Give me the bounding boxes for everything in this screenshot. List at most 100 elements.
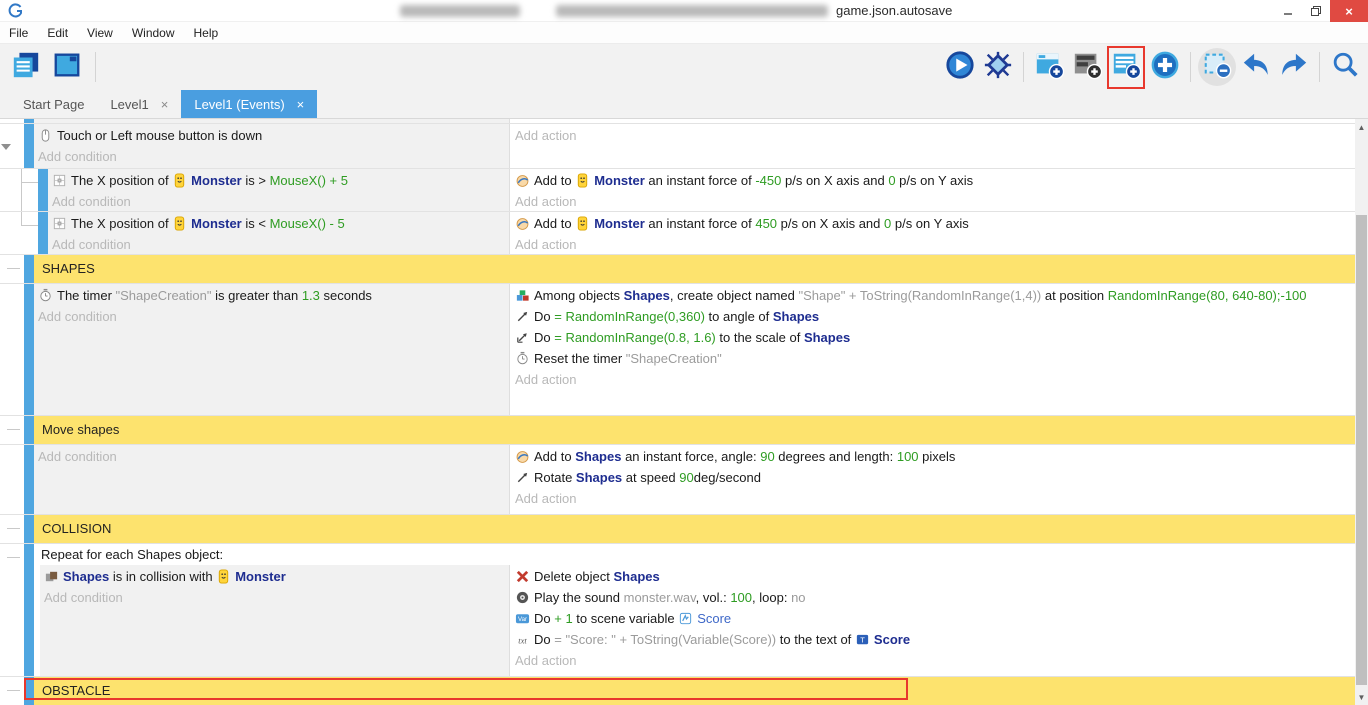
- tab-level1-events[interactable]: Level1 (Events)×: [181, 90, 317, 118]
- text-segment: Do: [534, 632, 554, 647]
- text-segment: Score: [697, 611, 731, 626]
- scroll-down-icon[interactable]: ▼: [1355, 691, 1368, 704]
- add-comment-button[interactable]: [1107, 46, 1145, 89]
- monster-icon: [172, 216, 187, 231]
- text-segment: Touch or Left mouse button is down: [57, 128, 262, 143]
- add-condition-link[interactable]: Add condition: [44, 587, 505, 608]
- action[interactable]: Play the sound monster.wav, vol.: 100, l…: [515, 587, 1349, 608]
- comment-text[interactable]: SHAPES: [34, 255, 1355, 283]
- project-manager-button[interactable]: [8, 48, 44, 86]
- add-action-link[interactable]: Add action: [515, 650, 1349, 671]
- event-selection-bar[interactable]: [24, 124, 34, 168]
- foreach-header[interactable]: Repeat for each Shapes object:: [34, 544, 1355, 565]
- tab-close-icon[interactable]: ×: [297, 97, 305, 112]
- svg-text:txt: txt: [518, 635, 527, 645]
- mouse-icon: [38, 128, 53, 143]
- comment-text[interactable]: OBSTACLE: [34, 677, 1355, 705]
- condition[interactable]: The X position of Monster is > MouseX() …: [52, 170, 505, 191]
- event-selection-bar[interactable]: [38, 212, 48, 254]
- collision-icon: [44, 569, 59, 584]
- condition[interactable]: The timer "ShapeCreation" is greater tha…: [38, 285, 505, 306]
- redo-button[interactable]: [1276, 48, 1312, 86]
- actions-column: [510, 119, 1355, 123]
- var-icon: Var: [515, 611, 530, 626]
- action[interactable]: Rotate Shapes at speed 90deg/second: [515, 467, 1349, 488]
- menu-edit[interactable]: Edit: [47, 26, 68, 40]
- comment-text[interactable]: Move shapes: [34, 416, 1355, 444]
- action[interactable]: txtDo = "Score: " + ToString(Variable(Sc…: [515, 629, 1349, 650]
- event-selection-bar[interactable]: [24, 445, 34, 514]
- play: [945, 50, 975, 85]
- collapse-arrow-icon[interactable]: [1, 144, 11, 155]
- add-condition-link[interactable]: Add condition: [38, 146, 505, 167]
- debug-button[interactable]: [980, 48, 1016, 86]
- add-condition-link[interactable]: Add condition: [38, 446, 505, 467]
- menu-view[interactable]: View: [87, 26, 113, 40]
- menu-window[interactable]: Window: [132, 26, 175, 40]
- event-selection-bar[interactable]: [24, 544, 34, 676]
- restore-button[interactable]: [1302, 0, 1330, 22]
- tab-level1[interactable]: Level1×: [97, 90, 181, 118]
- event-selection-bar[interactable]: [24, 119, 34, 123]
- angle-icon: [515, 470, 530, 485]
- condition[interactable]: The X position of Monster is < MouseX() …: [52, 213, 505, 234]
- event-selection-bar[interactable]: [24, 677, 34, 705]
- text-segment: MouseX() + 5: [270, 173, 348, 188]
- action[interactable]: Do = RandomInRange(0.8, 1.6) to the scal…: [515, 327, 1349, 348]
- close-button[interactable]: ×: [1330, 0, 1368, 22]
- condition[interactable]: Touch or Left mouse button is down: [38, 125, 505, 146]
- action[interactable]: Among objects Shapes, create object name…: [515, 285, 1349, 306]
- event-selection-bar[interactable]: [24, 416, 34, 444]
- menu-help[interactable]: Help: [194, 26, 219, 40]
- monster-icon: [172, 173, 187, 188]
- monster-icon: [216, 569, 231, 584]
- action[interactable]: Delete object Shapes: [515, 566, 1349, 587]
- scrollbar-thumb[interactable]: [1356, 215, 1367, 685]
- text-object-icon: T: [855, 632, 870, 647]
- add-condition-link[interactable]: Add condition: [38, 306, 505, 327]
- add-condition-link[interactable]: Add condition: [52, 234, 505, 255]
- event-selection-bar[interactable]: [24, 515, 34, 543]
- text-segment: Add to: [534, 449, 575, 464]
- action[interactable]: Add to Monster an instant force of 450 p…: [515, 213, 1349, 234]
- action[interactable]: Do = RandomInRange(0,360) to angle of Sh…: [515, 306, 1349, 327]
- text-segment: an instant force of: [645, 173, 756, 188]
- scroll-up-icon[interactable]: ▲: [1355, 121, 1368, 134]
- minimize-button[interactable]: [1274, 0, 1302, 22]
- add-action-link[interactable]: Add action: [515, 191, 1349, 212]
- add-circle-button[interactable]: [1147, 48, 1183, 86]
- action[interactable]: Reset the timer "ShapeCreation": [515, 348, 1349, 369]
- foreach-row: Repeat for each Shapes object:Shapes is …: [0, 544, 1355, 677]
- add-event-button[interactable]: [1031, 48, 1067, 86]
- add-action-link[interactable]: Add action: [515, 369, 1349, 390]
- action[interactable]: Add to Monster an instant force of -450 …: [515, 170, 1349, 191]
- add-condition-link[interactable]: Add condition: [52, 191, 505, 212]
- tab-start-page[interactable]: Start Page: [10, 90, 97, 118]
- menu-file[interactable]: File: [9, 26, 28, 40]
- deselect-button[interactable]: [1198, 48, 1236, 86]
- comment-text[interactable]: COLLISION: [34, 515, 1355, 543]
- search-button[interactable]: [1327, 48, 1363, 86]
- event-selection-bar[interactable]: [38, 169, 48, 211]
- tab-close-icon[interactable]: ×: [161, 97, 169, 112]
- tree-gutter: [0, 119, 24, 123]
- add-action-link[interactable]: Add action: [515, 125, 1349, 146]
- scrollbar[interactable]: ▲ ▼: [1355, 119, 1368, 705]
- condition[interactable]: Shapes is in collision with Monster: [44, 566, 505, 587]
- event-selection-bar[interactable]: [24, 255, 34, 283]
- text-segment: pixels: [919, 449, 956, 464]
- play-button[interactable]: [942, 48, 978, 86]
- comment-row: SHAPES: [0, 255, 1355, 284]
- conditions-column: Shapes is in collision with MonsterAdd c…: [40, 565, 510, 676]
- add-subevent-button[interactable]: [1069, 48, 1105, 86]
- action[interactable]: VarDo + 1 to scene variable Score: [515, 608, 1349, 629]
- event-selection-bar[interactable]: [24, 284, 34, 415]
- text-segment: The X position of: [71, 216, 172, 231]
- window-title: game.json.autosave: [836, 3, 952, 18]
- add-action-link[interactable]: Add action: [515, 234, 1349, 255]
- text-segment: no: [791, 590, 805, 605]
- action[interactable]: Add to Shapes an instant force, angle: 9…: [515, 446, 1349, 467]
- undo-button[interactable]: [1238, 48, 1274, 86]
- scene-editor-button[interactable]: [49, 48, 85, 86]
- add-action-link[interactable]: Add action: [515, 488, 1349, 509]
